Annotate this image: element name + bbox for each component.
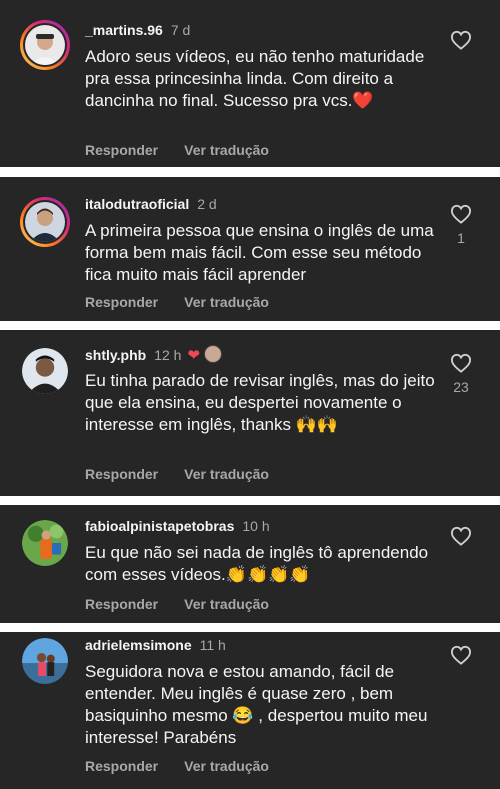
comment-timestamp: 7 d — [170, 22, 191, 38]
comment-item: fabioalpinistapetobras 10 h Eu que não se… — [0, 505, 500, 623]
avatar[interactable] — [22, 638, 68, 684]
comment-timestamp: 12 h — [154, 347, 182, 363]
reply-button[interactable]: Responder — [85, 758, 158, 774]
like-count: 23 — [453, 379, 469, 395]
see-translation-button[interactable]: Ver tradução — [184, 466, 269, 482]
comment-text: Adoro seus vídeos, eu não tenho maturida… — [85, 47, 425, 110]
comment-timestamp: 11 h — [199, 637, 226, 653]
comment-text: Seguidora nova e estou amando, fácil de … — [85, 662, 428, 747]
comment-item: adrielemsimone 11 h Seguidora nova e esto… — [0, 632, 500, 789]
creator-avatar — [204, 345, 223, 363]
comment-text: Eu que não sei nada de inglês tô aprende… — [85, 543, 429, 584]
heart-outline-icon — [450, 526, 472, 546]
see-translation-button[interactable]: Ver tradução — [184, 142, 269, 158]
comment-item: shtly.phb 12 h ❤ Eu tinha parado de revisa… — [0, 330, 500, 496]
avatar[interactable] — [20, 197, 70, 247]
heart-outline-icon — [450, 353, 472, 373]
comment-username[interactable]: italodutraoficial — [85, 196, 189, 212]
like-button[interactable] — [447, 526, 475, 552]
reply-button[interactable]: Responder — [85, 466, 158, 482]
see-translation-button[interactable]: Ver tradução — [184, 596, 269, 612]
comment-username[interactable]: fabioalpinistapetobras — [85, 518, 234, 534]
heart-outline-icon — [450, 30, 472, 50]
reply-button[interactable]: Responder — [85, 142, 158, 158]
reply-button[interactable]: Responder — [85, 596, 158, 612]
like-button[interactable]: 1 — [447, 204, 475, 246]
heart-outline-icon — [450, 645, 472, 665]
creator-liked-icon: ❤ — [187, 347, 201, 364]
comment-text: A primeira pessoa que ensina o inglês de… — [85, 221, 434, 284]
comment-username[interactable]: shtly.phb — [85, 347, 146, 363]
comment-username[interactable]: _martins.96 — [85, 22, 163, 38]
comment-text: Eu tinha parado de revisar inglês, mas d… — [85, 371, 435, 434]
avatar[interactable] — [20, 20, 70, 70]
like-button[interactable] — [447, 30, 475, 56]
comment-username[interactable]: adrielemsimone — [85, 637, 192, 653]
comment-timestamp: 2 d — [197, 196, 217, 212]
like-button[interactable]: 23 — [447, 353, 475, 395]
heart-outline-icon — [450, 204, 472, 224]
reply-button[interactable]: Responder — [85, 294, 158, 310]
avatar[interactable] — [22, 520, 68, 566]
comment-timestamp: 10 h — [242, 518, 270, 534]
comments-list: _martins.96 7 d Adoro seus vídeos, eu não… — [0, 0, 500, 789]
like-count: 1 — [457, 230, 465, 246]
avatar[interactable] — [22, 348, 68, 394]
comment-item: italodutraoficial 2 d A primeira pessoa q… — [0, 177, 500, 321]
see-translation-button[interactable]: Ver tradução — [184, 294, 269, 310]
see-translation-button[interactable]: Ver tradução — [184, 758, 269, 774]
like-button[interactable] — [447, 645, 475, 671]
comment-item: _martins.96 7 d Adoro seus vídeos, eu não… — [0, 0, 500, 167]
